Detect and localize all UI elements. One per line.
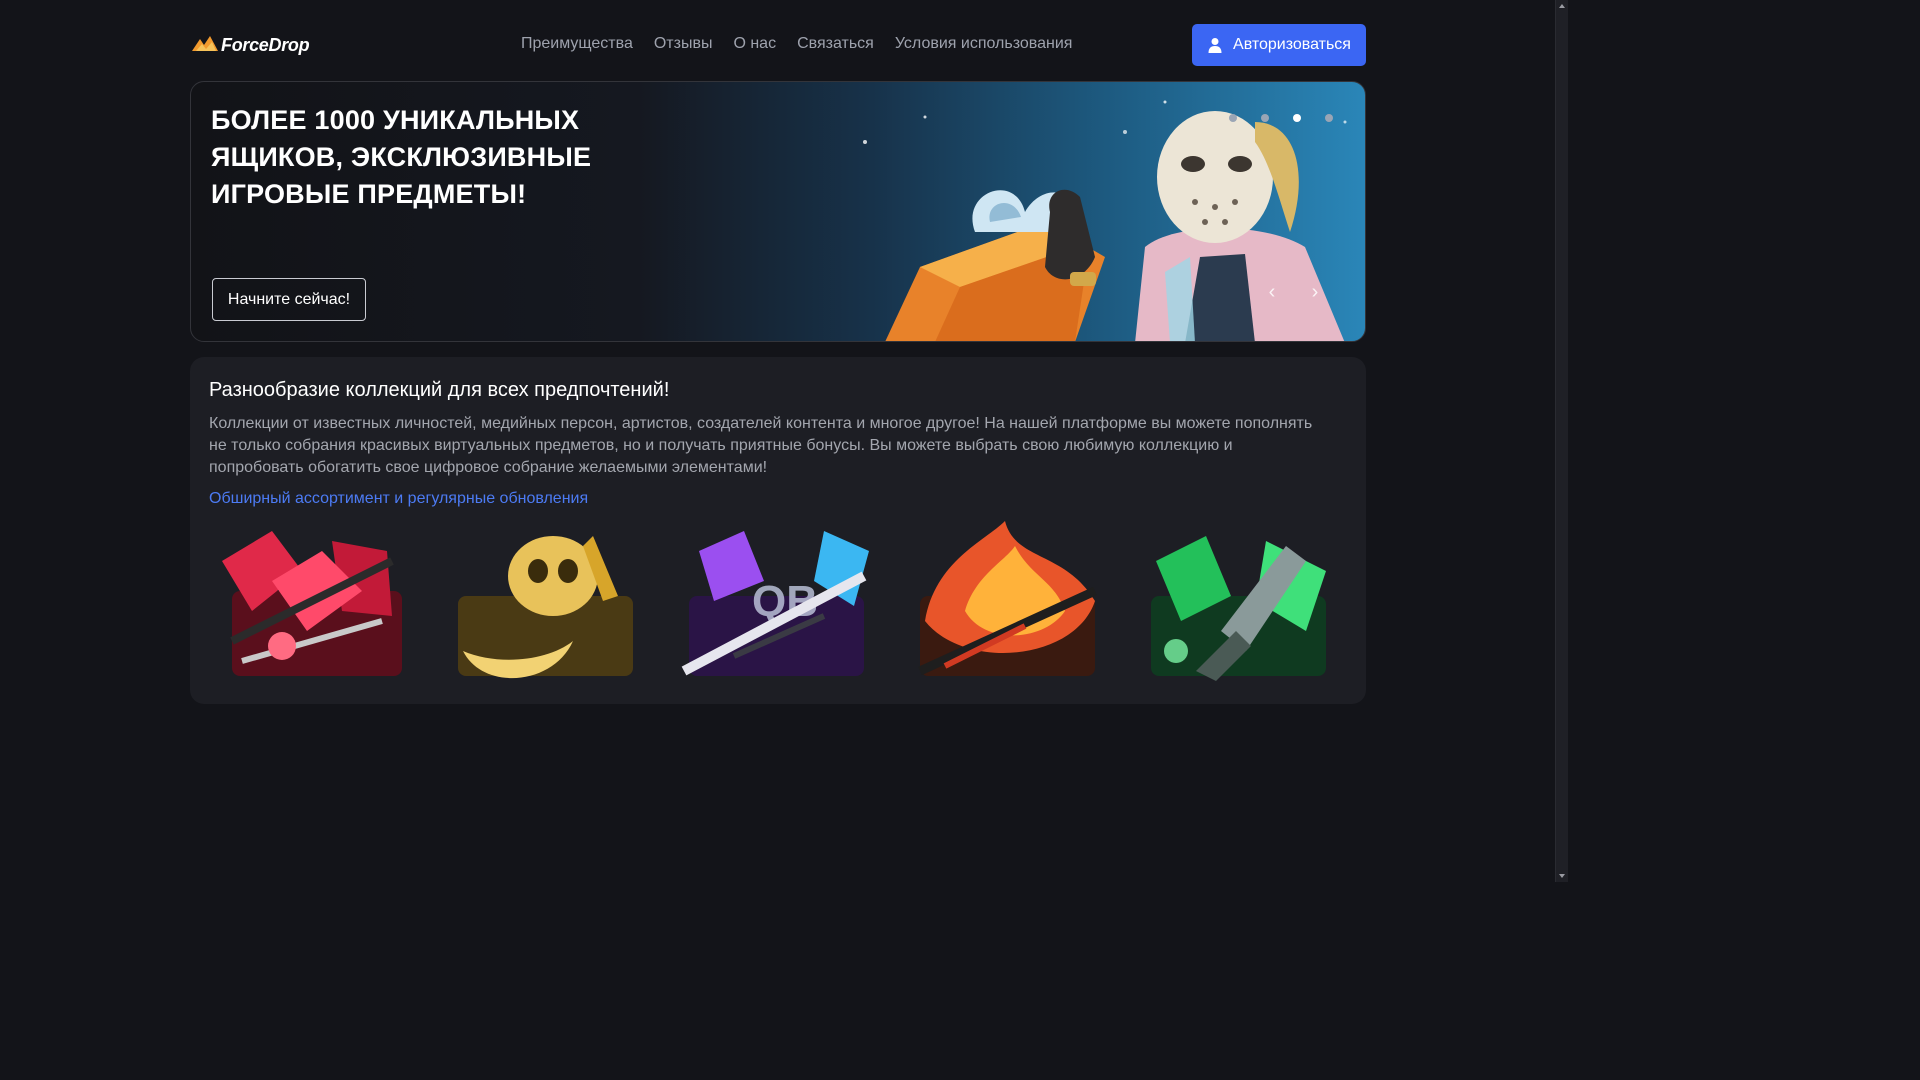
page-scrollbar[interactable]: [1555, 0, 1568, 882]
nav-advantages[interactable]: Преимущества: [521, 35, 633, 53]
assortment-link[interactable]: Обширный ассортимент и регулярные обновл…: [209, 490, 588, 508]
main-nav: Преимущества Отзывы О нас Связаться Усло…: [521, 35, 1093, 53]
site-header: ForceDrop Преимущества Отзывы О нас Связ…: [190, 24, 1366, 66]
logo-text: ForceDrop: [221, 34, 310, 55]
start-now-button[interactable]: Начните сейчас!: [212, 278, 366, 321]
logo-mark-icon: [192, 36, 218, 51]
case-gallery: QB: [212, 521, 1342, 686]
collections-heading: Разнообразие коллекций для всех предпочт…: [209, 379, 670, 401]
gold-case-image[interactable]: [443, 521, 649, 685]
carousel-dots: [1229, 114, 1333, 122]
green-case-image[interactable]: [1136, 521, 1342, 685]
banner-title: БОЛЕЕ 1000 УНИКАЛЬНЫХ ЯЩИКОВ, ЭКСКЛЮЗИВН…: [211, 105, 592, 209]
purple-case-image[interactable]: QB: [674, 521, 880, 685]
carousel-dot-1[interactable]: [1229, 114, 1237, 122]
scroll-down-arrow[interactable]: [1559, 874, 1565, 878]
red-case-image[interactable]: [212, 521, 418, 685]
login-label: Авторизоваться: [1233, 36, 1351, 53]
carousel-next-icon[interactable]: ›: [1305, 280, 1325, 304]
nav-contact[interactable]: Связаться: [797, 35, 874, 53]
logo[interactable]: ForceDrop: [190, 30, 310, 60]
scroll-up-arrow[interactable]: [1559, 4, 1565, 8]
nav-terms[interactable]: Условия использования: [895, 35, 1073, 53]
collections-description: Коллекции от известных личностей, медийн…: [209, 415, 1313, 476]
user-icon: [1208, 38, 1222, 53]
nav-about[interactable]: О нас: [733, 35, 776, 53]
collections-section: Разнообразие коллекций для всех предпочт…: [190, 357, 1366, 704]
fire-case-image[interactable]: [905, 521, 1111, 685]
nav-reviews[interactable]: Отзывы: [654, 35, 713, 53]
login-button[interactable]: Авторизоваться: [1192, 24, 1366, 66]
carousel-dot-3[interactable]: [1293, 114, 1301, 122]
carousel-dot-2[interactable]: [1261, 114, 1269, 122]
carousel-prev-icon[interactable]: ‹: [1262, 280, 1282, 304]
carousel-dot-4[interactable]: [1325, 114, 1333, 122]
hero-banner: БОЛЕЕ 1000 УНИКАЛЬНЫХ ЯЩИКОВ, ЭКСКЛЮЗИВН…: [190, 81, 1366, 342]
